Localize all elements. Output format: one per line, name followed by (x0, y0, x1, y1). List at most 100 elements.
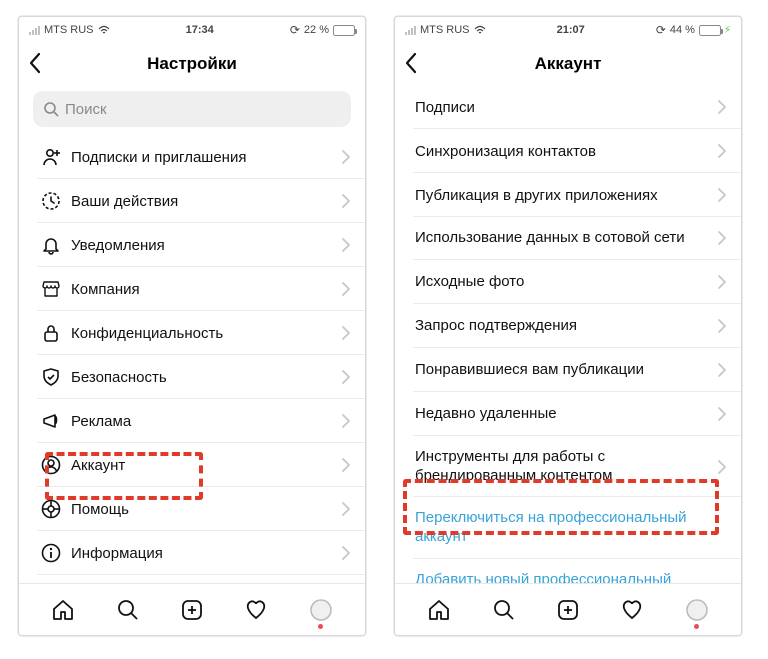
chevron-right-icon (341, 457, 351, 473)
chevron-right-icon (717, 187, 727, 203)
left-row-1[interactable]: Ваши действия (19, 179, 365, 223)
header: Настройки (19, 43, 365, 85)
phone-account: MTS RUS 21:07 ⟳ 44 % ⚡︎ Аккаунт Подписи С… (394, 16, 742, 636)
left-row-5[interactable]: Безопасность (19, 355, 365, 399)
notification-dot-icon (694, 624, 699, 629)
chevron-right-icon (717, 230, 727, 246)
info-icon (37, 542, 65, 564)
chevron-right-icon (341, 325, 351, 341)
clock-label: 17:34 (186, 24, 214, 36)
signal-bars-icon (29, 26, 40, 35)
shop-icon (37, 278, 65, 300)
search-placeholder: Поиск (65, 101, 107, 118)
nav-home-icon[interactable] (48, 595, 78, 625)
right-row-8[interactable]: Инструменты для работы с брендированным … (395, 436, 741, 498)
back-button[interactable] (27, 51, 45, 75)
signal-bars-icon (405, 26, 416, 35)
search-input[interactable]: Поиск (33, 91, 351, 127)
nav-home-icon[interactable] (424, 595, 454, 625)
account-list: Подписи Синхронизация контактов Публикация… (395, 85, 741, 620)
chevron-right-icon (717, 274, 727, 290)
row-label: Синхронизация контактов (413, 143, 717, 160)
row-label: Инструменты для работы с брендированным … (413, 448, 717, 486)
left-row-0[interactable]: Подписки и приглашения (19, 135, 365, 179)
chevron-right-icon (341, 501, 351, 517)
bell-icon (37, 234, 65, 256)
sync-icon: ⟳ (656, 23, 666, 37)
left-row-8[interactable]: Помощь (19, 487, 365, 531)
user-icon (37, 454, 65, 476)
row-label: Исходные фото (413, 273, 717, 290)
nav-activity-icon[interactable] (617, 595, 647, 625)
battery-icon: ⚡︎ (699, 25, 731, 36)
carrier-label: MTS RUS (420, 24, 470, 36)
right-row-9[interactable]: Переключиться на профессиональный аккаун… (395, 497, 741, 559)
row-label: Информация (65, 545, 341, 562)
row-label: Уведомления (65, 237, 341, 254)
chevron-right-icon (717, 362, 727, 378)
right-row-5[interactable]: Запрос подтверждения (395, 304, 741, 348)
status-bar: MTS RUS 21:07 ⟳ 44 % ⚡︎ (395, 17, 741, 43)
clock-label: 21:07 (557, 24, 585, 36)
bottom-nav (19, 583, 365, 635)
row-label: Ваши действия (65, 193, 341, 210)
row-label: Помощь (65, 501, 341, 518)
row-label: Публикация в других приложениях (413, 187, 717, 204)
activity-icon (37, 190, 65, 212)
chevron-right-icon (717, 459, 727, 475)
battery-pct-label: 44 % (670, 24, 695, 36)
row-label: Использование данных в сотовой сети (413, 229, 717, 248)
right-row-2[interactable]: Публикация в других приложениях (395, 173, 741, 217)
right-row-0[interactable]: Подписи (395, 85, 741, 129)
left-row-3[interactable]: Компания (19, 267, 365, 311)
right-row-4[interactable]: Исходные фото (395, 260, 741, 304)
status-bar: MTS RUS 17:34 ⟳ 22 % (19, 17, 365, 43)
right-row-1[interactable]: Синхронизация контактов (395, 129, 741, 173)
nav-search-icon[interactable] (113, 595, 143, 625)
nav-profile-icon[interactable] (682, 595, 712, 625)
nav-add-icon[interactable] (553, 595, 583, 625)
chevron-right-icon (341, 149, 351, 165)
chevron-right-icon (341, 369, 351, 385)
search-icon (43, 101, 59, 117)
header: Аккаунт (395, 43, 741, 85)
chevron-right-icon (341, 413, 351, 429)
notification-dot-icon (318, 624, 323, 629)
chevron-right-icon (341, 237, 351, 253)
row-label: Переключиться на профессиональный аккаун… (413, 509, 727, 547)
chevron-right-icon (341, 545, 351, 561)
page-title: Аккаунт (535, 54, 602, 74)
settings-list: Подписки и приглашения Ваши действия Уведо… (19, 135, 365, 575)
nav-search-icon[interactable] (489, 595, 519, 625)
chevron-right-icon (717, 318, 727, 334)
back-button[interactable] (403, 51, 421, 75)
right-row-3[interactable]: Использование данных в сотовой сети (395, 217, 741, 260)
phone-settings: MTS RUS 17:34 ⟳ 22 % Настройки Поиск Под… (18, 16, 366, 636)
row-label: Безопасность (65, 369, 341, 386)
chevron-right-icon (717, 406, 727, 422)
wifi-icon (474, 25, 486, 35)
follow-icon (37, 146, 65, 168)
right-row-7[interactable]: Недавно удаленные (395, 392, 741, 436)
battery-pct-label: 22 % (304, 24, 329, 36)
row-label: Компания (65, 281, 341, 298)
shield-icon (37, 366, 65, 388)
nav-activity-icon[interactable] (241, 595, 271, 625)
chevron-right-icon (341, 281, 351, 297)
sync-icon: ⟳ (290, 23, 300, 37)
charging-icon: ⚡︎ (724, 25, 731, 36)
row-label: Недавно удаленные (413, 405, 717, 422)
nav-profile-icon[interactable] (306, 595, 336, 625)
battery-icon (333, 25, 355, 36)
row-label: Подписи (413, 99, 717, 116)
lock-icon (37, 322, 65, 344)
left-row-7[interactable]: Аккаунт (19, 443, 365, 487)
left-row-9[interactable]: Информация (19, 531, 365, 575)
left-row-4[interactable]: Конфиденциальность (19, 311, 365, 355)
left-row-2[interactable]: Уведомления (19, 223, 365, 267)
nav-add-icon[interactable] (177, 595, 207, 625)
left-row-6[interactable]: Реклама (19, 399, 365, 443)
right-row-6[interactable]: Понравившиеся вам публикации (395, 348, 741, 392)
page-title: Настройки (147, 54, 237, 74)
help-icon (37, 498, 65, 520)
